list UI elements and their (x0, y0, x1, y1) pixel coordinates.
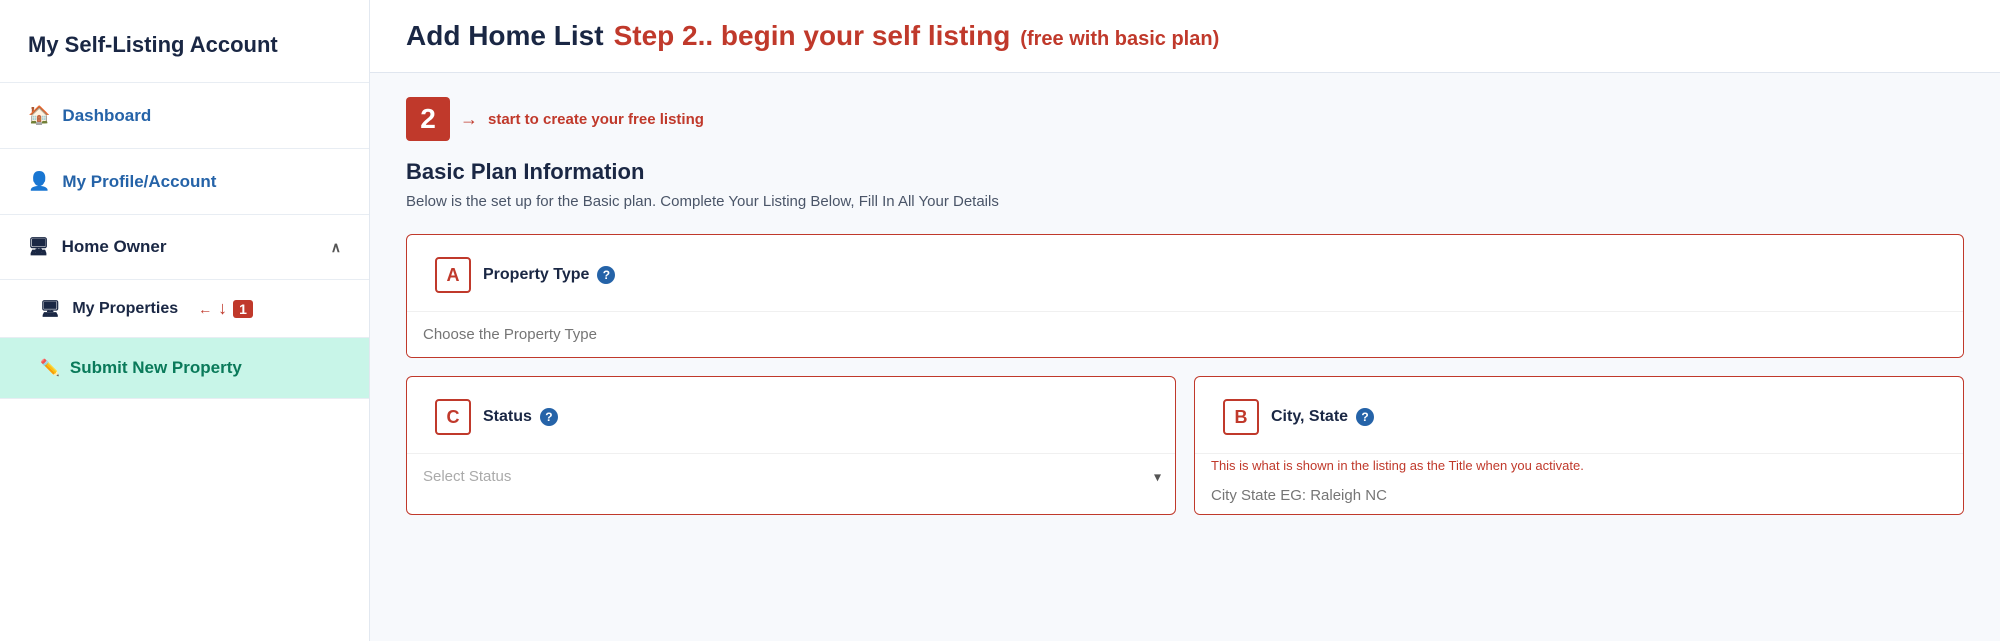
homeowner-label: Home Owner (62, 237, 167, 257)
profile-label: My Profile/Account (62, 172, 216, 192)
status-help-icon[interactable]: ? (540, 408, 558, 426)
city-state-help-icon[interactable]: ? (1356, 408, 1374, 426)
title-black: Add Home List (406, 20, 604, 52)
city-state-hint: This is what is shown in the listing as … (1195, 454, 1963, 477)
dashboard-icon: 🏠 (28, 105, 50, 126)
sidebar-item-submit-new-property[interactable]: ✏️ Submit New Property (0, 338, 369, 399)
property-type-input[interactable] (407, 312, 1963, 357)
content-area: 2 → start to create your free listing Ba… (370, 73, 2000, 557)
city-state-label: City, State ? (1271, 408, 1374, 426)
edit-icon: ✏️ (40, 358, 60, 378)
homeowner-left: 🖥 Home Owner (28, 237, 166, 257)
sidebar-section-homeowner[interactable]: 🖥 Home Owner ∧ (0, 215, 369, 280)
sidebar-nav: 🏠 Dashboard 👤 My Profile/Account 🖥 Home … (0, 83, 369, 399)
status-city-row: C Status ? Select Status For Sale For Re… (406, 376, 1964, 515)
title-suffix: (free with basic plan) (1020, 28, 1219, 51)
badge-c: C (435, 399, 471, 435)
city-state-header: B City, State ? (1195, 377, 1963, 454)
profile-icon: 👤 (28, 171, 50, 192)
sidebar-item-my-properties[interactable]: 🖥 My Properties ← ↓ 1 (0, 280, 369, 338)
property-type-section: A Property Type ? (406, 234, 1964, 358)
city-state-col: B City, State ? This is what is shown in… (1194, 376, 1964, 515)
section-desc: Below is the set up for the Basic plan. … (406, 193, 1964, 210)
property-type-header: A Property Type ? (407, 235, 1963, 312)
step-number: 2 (406, 97, 450, 141)
my-properties-label: My Properties (72, 300, 178, 318)
page-title: Add Home List Step 2.. begin your self l… (406, 20, 1964, 52)
main-content: Add Home List Step 2.. begin your self l… (370, 0, 2000, 641)
step-description: start to create your free listing (488, 111, 704, 128)
badge-a: A (435, 257, 471, 293)
step-arrow-icon: → (460, 109, 478, 130)
sidebar-item-dashboard[interactable]: 🏠 Dashboard (0, 83, 369, 149)
status-select-wrapper: Select Status For Sale For Rent Sold Pen… (407, 454, 1175, 499)
my-properties-annotation: ← ↓ 1 (198, 298, 253, 319)
property-type-label: Property Type ? (483, 266, 615, 284)
status-select[interactable]: Select Status For Sale For Rent Sold Pen… (407, 454, 1175, 499)
page-header: Add Home List Step 2.. begin your self l… (370, 0, 2000, 73)
status-section: C Status ? Select Status For Sale For Re… (406, 376, 1176, 515)
status-header: C Status ? (407, 377, 1175, 454)
chevron-up-icon: ∧ (331, 239, 341, 256)
sidebar-item-profile[interactable]: 👤 My Profile/Account (0, 149, 369, 215)
title-red: Step 2.. begin your self listing (614, 20, 1011, 52)
homeowner-icon: 🖥 (28, 237, 50, 257)
arrow-down-icon: ↓ (218, 298, 227, 319)
city-state-section: B City, State ? This is what is shown in… (1194, 376, 1964, 515)
city-state-input[interactable] (1195, 477, 1963, 514)
dashboard-label: Dashboard (62, 106, 151, 126)
step-indicator: 2 → start to create your free listing (406, 97, 1964, 141)
step-badge-1: 1 (233, 300, 253, 318)
sidebar-title: My Self-Listing Account (0, 0, 369, 83)
my-properties-icon: 🖥 (40, 299, 60, 319)
status-label: Status ? (483, 408, 558, 426)
section-title: Basic Plan Information (406, 159, 1964, 185)
arrow-left-icon: ← (198, 301, 212, 317)
sidebar: My Self-Listing Account 🏠 Dashboard 👤 My… (0, 0, 370, 641)
badge-b: B (1223, 399, 1259, 435)
submit-new-property-label: Submit New Property (70, 358, 242, 378)
status-col: C Status ? Select Status For Sale For Re… (406, 376, 1176, 515)
property-type-help-icon[interactable]: ? (597, 266, 615, 284)
